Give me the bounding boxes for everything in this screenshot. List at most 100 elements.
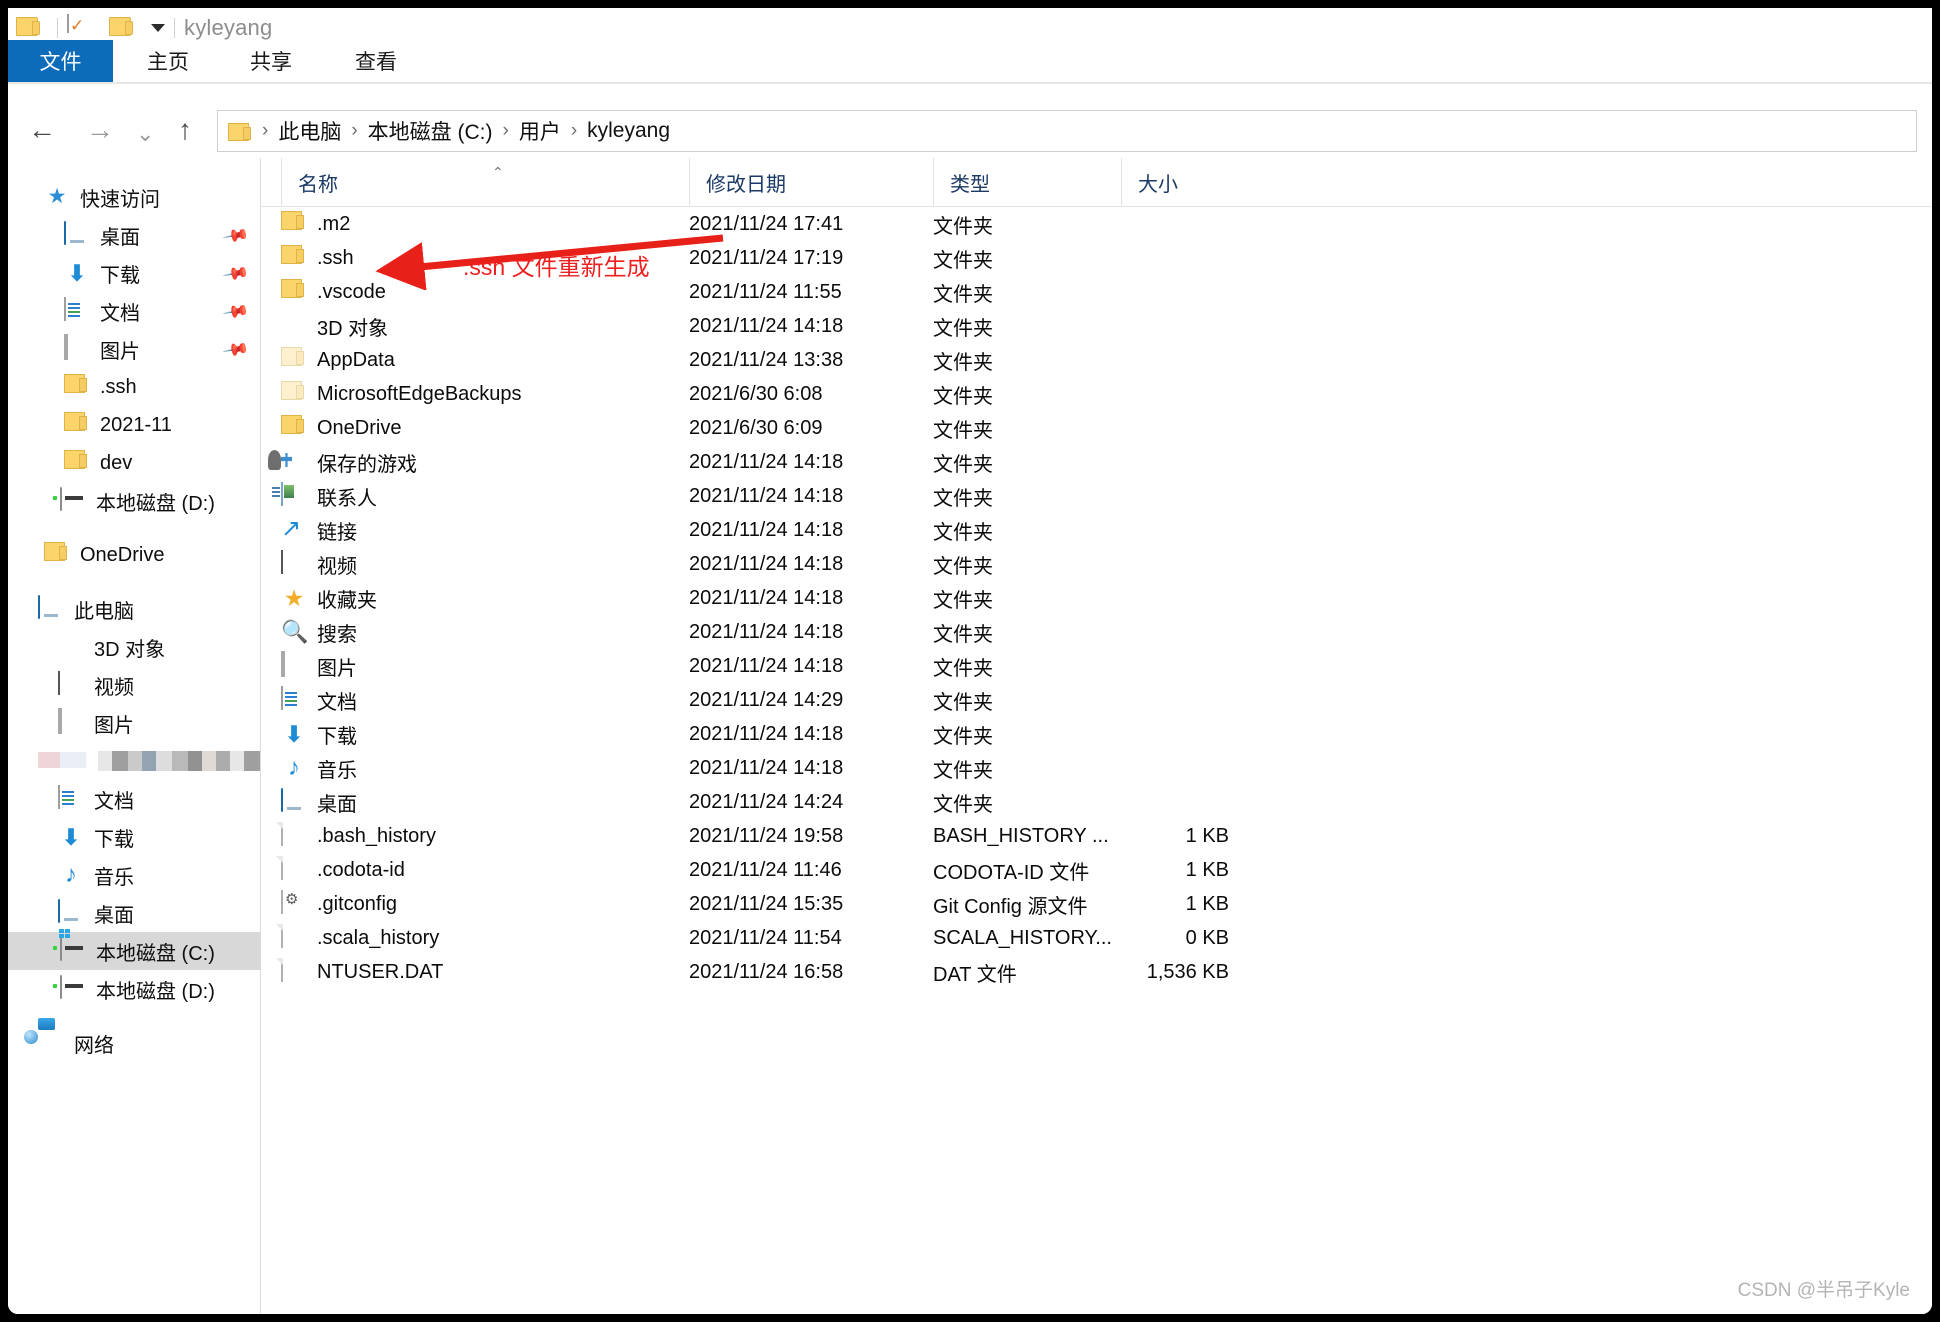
table-row[interactable]: MicrosoftEdgeBackups 2021/6/30 6:08 文件夹 xyxy=(261,377,1932,411)
navigation-pane[interactable]: ★ 快速访问 桌面 📌 ⬇ 下载 📌 文档 📌 图片 📌 .ssh 2021-1… xyxy=(8,158,261,1314)
file-type: 文件夹 xyxy=(933,793,993,816)
sidebar-item-desktop[interactable]: 桌面 📌 xyxy=(8,216,260,254)
sidebar-item-desktop-pc[interactable]: 桌面 xyxy=(8,894,260,932)
breadcrumb[interactable]: › 此电脑 › 本地磁盘 (C:) › 用户 › kyleyang xyxy=(217,110,1917,152)
sidebar-item-label: OneDrive xyxy=(80,543,165,566)
breadcrumb-item-kyleyang[interactable]: kyleyang xyxy=(587,119,670,143)
sidebar-item-ssh[interactable]: .ssh xyxy=(8,368,260,406)
file-type: CODOTA-ID 文件 xyxy=(933,861,1090,884)
downloads-icon: ⬇ xyxy=(67,260,87,286)
table-row[interactable]: 文档 2021/11/24 14:29 文件夹 xyxy=(261,683,1932,717)
file-name: 链接 xyxy=(317,521,357,544)
pin-icon[interactable]: 📌 xyxy=(221,336,250,365)
customize-caret-icon[interactable] xyxy=(151,24,165,32)
generic-file-icon xyxy=(281,958,307,985)
tab-home[interactable]: 主页 xyxy=(138,40,198,82)
table-row[interactable]: .gitconfig 2021/11/24 15:35 Git Config 源… xyxy=(261,887,1932,921)
file-date: 2021/6/30 6:08 xyxy=(689,382,823,405)
table-row[interactable]: ★ 收藏夹 2021/11/24 14:18 文件夹 xyxy=(261,581,1932,615)
sidebar-item-onedrive[interactable]: OneDrive xyxy=(8,536,260,574)
column-header-size[interactable]: 大小 xyxy=(1121,158,1301,206)
sidebar-item-network[interactable]: 网络 xyxy=(8,1024,260,1062)
sidebar-item-local-disk-d[interactable]: 本地磁盘 (D:) xyxy=(8,970,260,1008)
file-type: 文件夹 xyxy=(933,385,993,408)
table-row[interactable]: ♪ 音乐 2021/11/24 14:18 文件夹 xyxy=(261,751,1932,785)
file-list-view[interactable]: 名称 ⌃ 修改日期 类型 大小 .m2 2021/11/24 17:41 文件夹… xyxy=(261,158,1932,1314)
column-header-date[interactable]: 修改日期 xyxy=(689,158,933,206)
breadcrumb-item-this-pc[interactable]: 此电脑 xyxy=(278,116,341,146)
table-row[interactable]: ↗ 链接 2021/11/24 14:18 文件夹 xyxy=(261,513,1932,547)
folder-icon[interactable] xyxy=(16,15,42,41)
pin-icon[interactable]: 📌 xyxy=(221,222,250,251)
table-row[interactable]: 🔍 搜索 2021/11/24 14:18 文件夹 xyxy=(261,615,1932,649)
sidebar-item-local-disk-d-quick[interactable]: 本地磁盘 (D:) xyxy=(8,482,260,520)
folder-icon xyxy=(281,245,307,271)
folder-icon xyxy=(281,415,307,441)
sidebar-item-documents-pc[interactable]: 文档 xyxy=(8,780,260,818)
pin-icon[interactable]: 📌 xyxy=(221,260,250,289)
table-row[interactable]: 视频 2021/11/24 14:18 文件夹 xyxy=(261,547,1932,581)
sidebar-item-label: 本地磁盘 (D:) xyxy=(96,492,215,515)
column-header-type[interactable]: 类型 xyxy=(933,158,1121,206)
table-row[interactable]: 保存的游戏 2021/11/24 14:18 文件夹 xyxy=(261,445,1932,479)
searches-icon: 🔍 xyxy=(281,619,309,644)
sidebar-item-quick-access[interactable]: ★ 快速访问 xyxy=(8,178,260,216)
table-row[interactable]: NTUSER.DAT 2021/11/24 16:58 DAT 文件 1,536… xyxy=(261,955,1932,989)
sidebar-item-videos[interactable]: 视频 xyxy=(8,666,260,704)
generic-file-icon xyxy=(281,924,307,951)
file-name: .m2 xyxy=(317,212,351,235)
table-row[interactable]: 图片 2021/11/24 14:18 文件夹 xyxy=(261,649,1932,683)
table-row[interactable]: 3D 对象 2021/11/24 14:18 文件夹 xyxy=(261,309,1932,343)
file-explorer-window: ✓ kyleyang 文件 主页 共享 查看 ← → ⌄ ↑ › 此电脑 › 本… xyxy=(8,8,1932,1314)
pictures-icon xyxy=(64,334,90,362)
pin-icon[interactable]: 📌 xyxy=(221,298,250,327)
sidebar-item-dev[interactable]: dev xyxy=(8,444,260,482)
tab-share[interactable]: 共享 xyxy=(241,40,301,82)
table-row[interactable]: .bash_history 2021/11/24 19:58 BASH_HIST… xyxy=(261,819,1932,853)
column-header-name[interactable]: 名称 ⌃ xyxy=(281,158,689,206)
sidebar-item-pictures[interactable]: 图片 📌 xyxy=(8,330,260,368)
sidebar-item-pictures-pc[interactable]: 图片 xyxy=(8,704,260,742)
arrow-up-icon[interactable]: ↑ xyxy=(178,116,192,144)
folder-icon xyxy=(64,450,90,476)
breadcrumb-item-users[interactable]: 用户 xyxy=(519,116,561,146)
sidebar-item-redacted[interactable] xyxy=(8,742,260,780)
sidebar-item-documents[interactable]: 文档 📌 xyxy=(8,292,260,330)
sidebar-item-3d-objects[interactable]: 3D 对象 xyxy=(8,628,260,666)
chevron-down-icon[interactable]: ⌄ xyxy=(136,120,154,148)
table-row[interactable]: 桌面 2021/11/24 14:24 文件夹 xyxy=(261,785,1932,819)
sidebar-item-this-pc[interactable]: 此电脑 xyxy=(8,590,260,628)
sidebar-item-downloads[interactable]: ⬇ 下载 📌 xyxy=(8,254,260,292)
properties-icon[interactable]: ✓ xyxy=(67,14,93,41)
table-row[interactable]: 联系人 2021/11/24 14:18 文件夹 xyxy=(261,479,1932,513)
file-type: 文件夹 xyxy=(933,725,993,748)
saved-games-icon xyxy=(281,449,307,475)
sidebar-item-label: 本地磁盘 (C:) xyxy=(96,942,215,965)
sidebar-item-label: .ssh xyxy=(100,375,137,398)
tab-file[interactable]: 文件 xyxy=(8,40,113,82)
table-row[interactable]: .codota-id 2021/11/24 11:46 CODOTA-ID 文件… xyxy=(261,853,1932,887)
arrow-right-icon[interactable]: → xyxy=(86,116,114,144)
file-date: 2021/11/24 14:18 xyxy=(689,722,844,745)
sidebar-item-downloads-pc[interactable]: ⬇ 下载 xyxy=(8,818,260,856)
quick-access-toolbar: ✓ kyleyang xyxy=(16,14,272,42)
column-header-label: 修改日期 xyxy=(706,173,786,196)
breadcrumb-separator: › xyxy=(502,120,509,141)
tab-view[interactable]: 查看 xyxy=(346,40,406,82)
file-date: 2021/6/30 6:09 xyxy=(689,416,823,439)
file-name: OneDrive xyxy=(317,416,402,439)
contacts-icon xyxy=(281,482,307,509)
file-type: 文件夹 xyxy=(933,759,993,782)
folder-icon xyxy=(281,279,307,305)
sidebar-item-local-disk-c[interactable]: 本地磁盘 (C:) xyxy=(8,932,260,970)
sidebar-item-music[interactable]: ♪ 音乐 xyxy=(8,856,260,894)
breadcrumb-item-local-disk-c[interactable]: 本地磁盘 (C:) xyxy=(368,116,493,146)
table-row[interactable]: AppData 2021/11/24 13:38 文件夹 xyxy=(261,343,1932,377)
table-row[interactable]: OneDrive 2021/6/30 6:09 文件夹 xyxy=(261,411,1932,445)
sidebar-item-2021-11[interactable]: 2021-11 xyxy=(8,406,260,444)
table-row[interactable]: ⬇ 下载 2021/11/24 14:18 文件夹 xyxy=(261,717,1932,751)
arrow-left-icon[interactable]: ← xyxy=(28,116,56,144)
new-folder-icon[interactable] xyxy=(109,15,135,41)
table-row[interactable]: .scala_history 2021/11/24 11:54 SCALA_HI… xyxy=(261,921,1932,955)
table-row[interactable]: .m2 2021/11/24 17:41 文件夹 xyxy=(261,207,1932,241)
